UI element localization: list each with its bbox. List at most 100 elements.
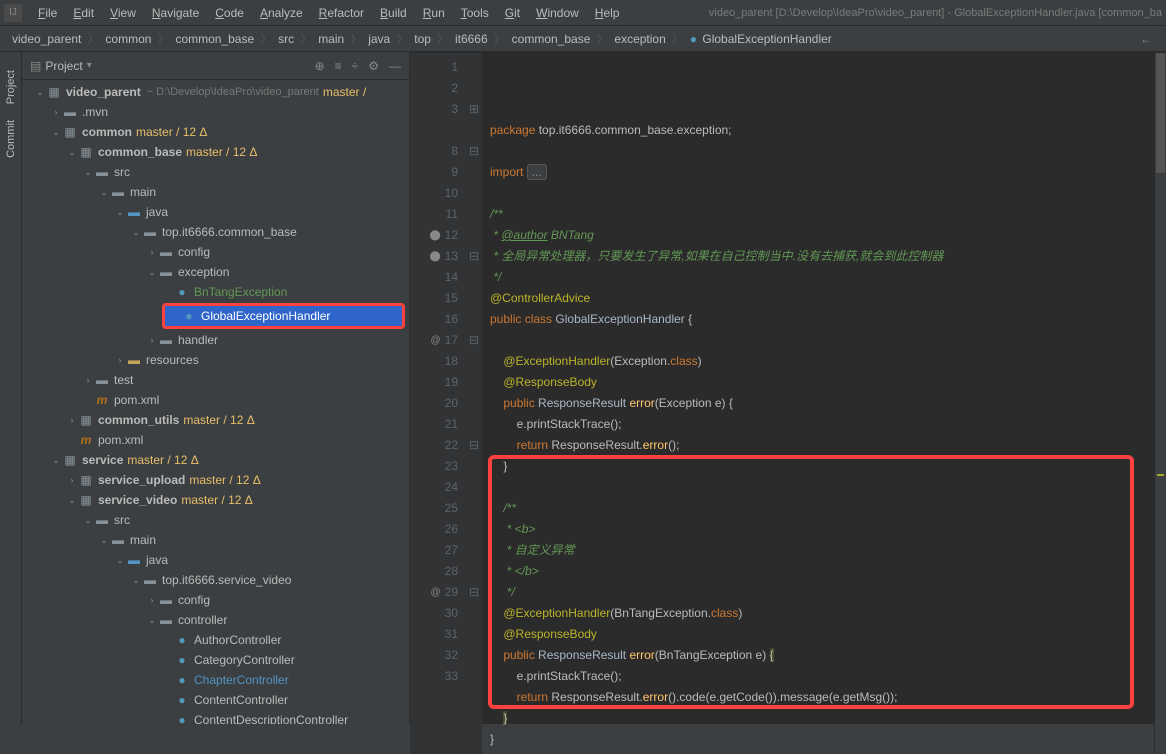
select-opened-icon[interactable]: ⊕ bbox=[315, 59, 325, 73]
code-line[interactable]: @ResponseBody bbox=[490, 372, 1146, 393]
chevron-right-icon[interactable]: › bbox=[50, 107, 62, 117]
gutter-line[interactable]: 19 bbox=[414, 372, 458, 393]
gutter-line[interactable]: 26 bbox=[414, 519, 458, 540]
menu-build[interactable]: Build bbox=[372, 6, 415, 20]
sidebar-tab-project[interactable]: Project bbox=[3, 62, 19, 112]
chevron-down-icon[interactable]: ⌄ bbox=[146, 615, 158, 626]
menu-navigate[interactable]: Navigate bbox=[144, 6, 207, 20]
fold-column[interactable]: ⊞⊟⊟⊟⊟⊟ bbox=[466, 53, 482, 754]
gutter-line[interactable]: 9 bbox=[414, 162, 458, 183]
code-line[interactable]: */ bbox=[490, 267, 1146, 288]
tree-row[interactable]: ⌄▬java bbox=[22, 202, 409, 222]
chevron-down-icon[interactable]: ⌄ bbox=[146, 267, 158, 278]
fold-toggle[interactable]: ⊟ bbox=[466, 435, 482, 456]
chevron-right-icon[interactable]: › bbox=[146, 595, 158, 605]
menu-edit[interactable]: Edit bbox=[65, 6, 102, 20]
tree-row[interactable]: ›▬resources bbox=[22, 350, 409, 370]
gutter-line[interactable]: 27 bbox=[414, 540, 458, 561]
code-line[interactable]: public ResponseResult error(BnTangExcept… bbox=[490, 645, 1146, 666]
fold-toggle[interactable]: ⊞ bbox=[466, 99, 482, 120]
menu-tools[interactable]: Tools bbox=[453, 6, 497, 20]
code-content[interactable]: package top.it6666.common_base.exception… bbox=[482, 53, 1154, 754]
menu-window[interactable]: Window bbox=[528, 6, 587, 20]
tree-row[interactable]: ⌄▦common_base master / 12 Δ bbox=[22, 142, 409, 162]
chevron-right-icon[interactable]: › bbox=[146, 247, 158, 257]
tree-row[interactable]: mpom.xml bbox=[22, 430, 409, 450]
crumb-file[interactable]: ● GlobalExceptionHandler bbox=[686, 32, 836, 46]
gutter-line[interactable]: 11 bbox=[414, 204, 458, 225]
menu-code[interactable]: Code bbox=[207, 6, 252, 20]
tree-row[interactable]: ›▬config bbox=[22, 242, 409, 262]
fold-toggle[interactable]: ⊟ bbox=[466, 246, 482, 267]
tree-row[interactable]: ●AuthorController bbox=[22, 630, 409, 650]
chevron-down-icon[interactable]: ⌄ bbox=[98, 187, 110, 198]
tree-row[interactable]: ⌄▦service_video master / 12 Δ bbox=[22, 490, 409, 510]
scrollbar-thumb[interactable] bbox=[1156, 53, 1165, 173]
settings-icon[interactable]: ⚙ bbox=[368, 59, 379, 73]
chevron-down-icon[interactable]: ⌄ bbox=[50, 455, 62, 466]
tree-row[interactable]: ●ContentController bbox=[22, 690, 409, 710]
code-line[interactable]: * @author BNTang bbox=[490, 225, 1146, 246]
chevron-down-icon[interactable]: ⌄ bbox=[34, 87, 46, 98]
crumb[interactable]: src bbox=[274, 32, 298, 46]
chevron-down-icon[interactable]: ⌄ bbox=[66, 147, 78, 158]
code-line[interactable]: * <b> bbox=[490, 519, 1146, 540]
gutter-line[interactable]: 25 bbox=[414, 498, 458, 519]
gutter-line[interactable]: ⬤12 bbox=[414, 225, 458, 246]
tree-row[interactable]: ⌄▬main bbox=[22, 530, 409, 550]
code-line[interactable]: @ResponseBody bbox=[490, 624, 1146, 645]
gutter-line[interactable]: 10 bbox=[414, 183, 458, 204]
menu-file[interactable]: File bbox=[30, 6, 65, 20]
code-line[interactable]: } bbox=[490, 456, 1146, 477]
crumb[interactable]: exception bbox=[610, 32, 669, 46]
code-line[interactable]: @ExceptionHandler(BnTangException.class) bbox=[490, 603, 1146, 624]
tree-row[interactable]: ●CategoryController bbox=[22, 650, 409, 670]
code-editor[interactable]: 123891011⬤12⬤13141516@171819202122232425… bbox=[410, 53, 1166, 754]
chevron-down-icon[interactable]: ⌄ bbox=[82, 515, 94, 526]
tree-row[interactable]: ⌄▬java bbox=[22, 550, 409, 570]
tree-row[interactable]: ⌄▬exception bbox=[22, 262, 409, 282]
code-line[interactable]: public ResponseResult error(Exception e)… bbox=[490, 393, 1146, 414]
tree-row[interactable]: ›▦service_upload master / 12 Δ bbox=[22, 470, 409, 490]
code-line[interactable]: public class GlobalExceptionHandler { bbox=[490, 309, 1146, 330]
tree-row[interactable]: ⌄▬src bbox=[22, 162, 409, 182]
code-line[interactable]: @ExceptionHandler(Exception.class) bbox=[490, 351, 1146, 372]
gutter-line[interactable]: 23 bbox=[414, 456, 458, 477]
code-line[interactable]: /** bbox=[490, 498, 1146, 519]
chevron-down-icon[interactable]: ⌄ bbox=[66, 495, 78, 506]
crumb[interactable]: video_parent bbox=[8, 32, 85, 46]
menu-refactor[interactable]: Refactor bbox=[311, 6, 372, 20]
gutter-line[interactable]: 2 bbox=[414, 78, 458, 99]
code-line[interactable] bbox=[490, 330, 1146, 351]
menu-run[interactable]: Run bbox=[415, 6, 453, 20]
line-gutter[interactable]: 123891011⬤12⬤13141516@171819202122232425… bbox=[410, 53, 466, 754]
tree-row[interactable]: ⌄▬top.it6666.service_video bbox=[22, 570, 409, 590]
tree-row[interactable]: ●GlobalExceptionHandler bbox=[165, 306, 402, 326]
gutter-line[interactable]: 22 bbox=[414, 435, 458, 456]
menu-git[interactable]: Git bbox=[497, 6, 528, 20]
chevron-down-icon[interactable]: ⌄ bbox=[50, 127, 62, 138]
code-line[interactable]: e.printStackTrace(); bbox=[490, 414, 1146, 435]
crumb[interactable]: top bbox=[410, 32, 435, 46]
tree-row[interactable]: ⌄▬controller bbox=[22, 610, 409, 630]
gutter-line[interactable]: 20 bbox=[414, 393, 458, 414]
code-line[interactable]: } bbox=[490, 708, 1146, 729]
tree-row[interactable]: ⌄▦service master / 12 Δ bbox=[22, 450, 409, 470]
tree-row[interactable]: ›▬config bbox=[22, 590, 409, 610]
menu-view[interactable]: View bbox=[102, 6, 144, 20]
crumb[interactable]: main bbox=[314, 32, 348, 46]
crumb[interactable]: it6666 bbox=[451, 32, 492, 46]
tree-row[interactable]: ›▬test bbox=[22, 370, 409, 390]
chevron-down-icon[interactable]: ⌄ bbox=[130, 227, 142, 238]
gutter-line[interactable]: 24 bbox=[414, 477, 458, 498]
chevron-down-icon[interactable]: ⌄ bbox=[114, 555, 126, 566]
crumb[interactable]: common_base bbox=[508, 32, 595, 46]
tree-row[interactable]: ●ChapterController bbox=[22, 670, 409, 690]
fold-toggle[interactable]: ⊟ bbox=[466, 330, 482, 351]
chevron-right-icon[interactable]: › bbox=[146, 335, 158, 345]
crumb[interactable]: java bbox=[364, 32, 394, 46]
code-line[interactable]: */ bbox=[490, 582, 1146, 603]
tree-row[interactable]: ⌄▬top.it6666.common_base bbox=[22, 222, 409, 242]
sidebar-tab-commit[interactable]: Commit bbox=[3, 112, 19, 166]
menu-analyze[interactable]: Analyze bbox=[252, 6, 311, 20]
